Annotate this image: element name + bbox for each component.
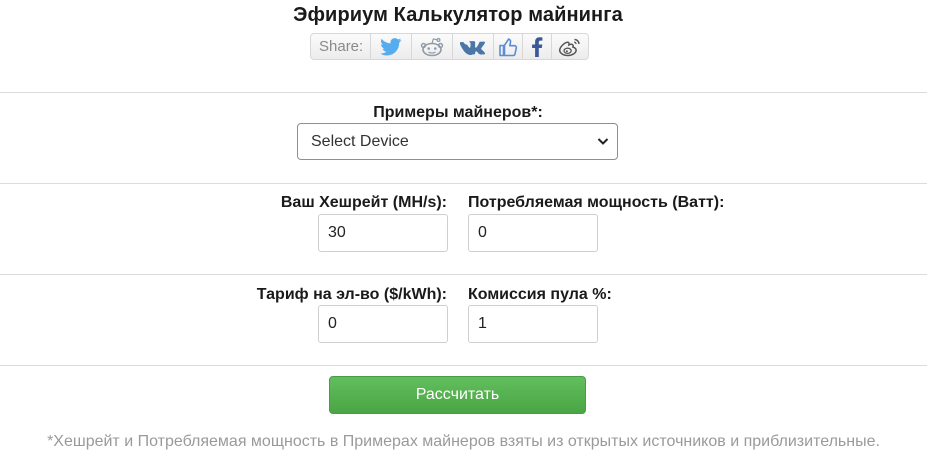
share-bar: Share: [310, 33, 590, 60]
divider [0, 274, 927, 275]
divider [0, 183, 927, 184]
vk-share-button[interactable] [453, 34, 495, 59]
reddit-icon [421, 37, 444, 56]
device-label: Примеры майнеров*: [373, 104, 543, 121]
calculate-button[interactable]: Рассчитать [329, 376, 586, 414]
calculator-page: Эфириум Калькулятор майнинга Share: Прим… [0, 0, 927, 469]
weibo-share-button[interactable] [552, 34, 588, 59]
tariff-input[interactable] [318, 305, 448, 343]
twitter-share-button[interactable] [371, 34, 413, 59]
facebook-icon [532, 36, 543, 57]
twitter-icon [380, 37, 402, 55]
chevron-down-icon [597, 138, 609, 145]
like-share-button[interactable] [494, 34, 524, 59]
device-select-value: Select Device [311, 133, 409, 150]
hashrate-label: Ваш Хешрейт (MH/s): [280, 194, 447, 211]
footnote: *Хешрейт и Потребляемая мощность в Приме… [47, 433, 880, 450]
power-input[interactable] [468, 214, 598, 252]
pool-fee-label: Комиссия пула %: [468, 286, 612, 303]
power-label: Потребляемая мощность (Ватт): [468, 194, 725, 211]
vk-icon [460, 40, 486, 55]
divider [0, 365, 927, 366]
page-title: Эфириум Калькулятор майнинга [293, 4, 623, 26]
reddit-share-button[interactable] [412, 34, 454, 59]
weibo-icon [559, 38, 580, 56]
like-icon [499, 37, 518, 56]
device-select[interactable]: Select Device [297, 123, 618, 160]
facebook-share-button[interactable] [523, 34, 553, 59]
share-label: Share: [311, 34, 372, 59]
pool-fee-input[interactable] [468, 305, 598, 343]
hashrate-input[interactable] [318, 214, 448, 252]
tariff-label: Тариф на эл-во ($/kWh): [256, 286, 447, 303]
divider [0, 92, 927, 93]
